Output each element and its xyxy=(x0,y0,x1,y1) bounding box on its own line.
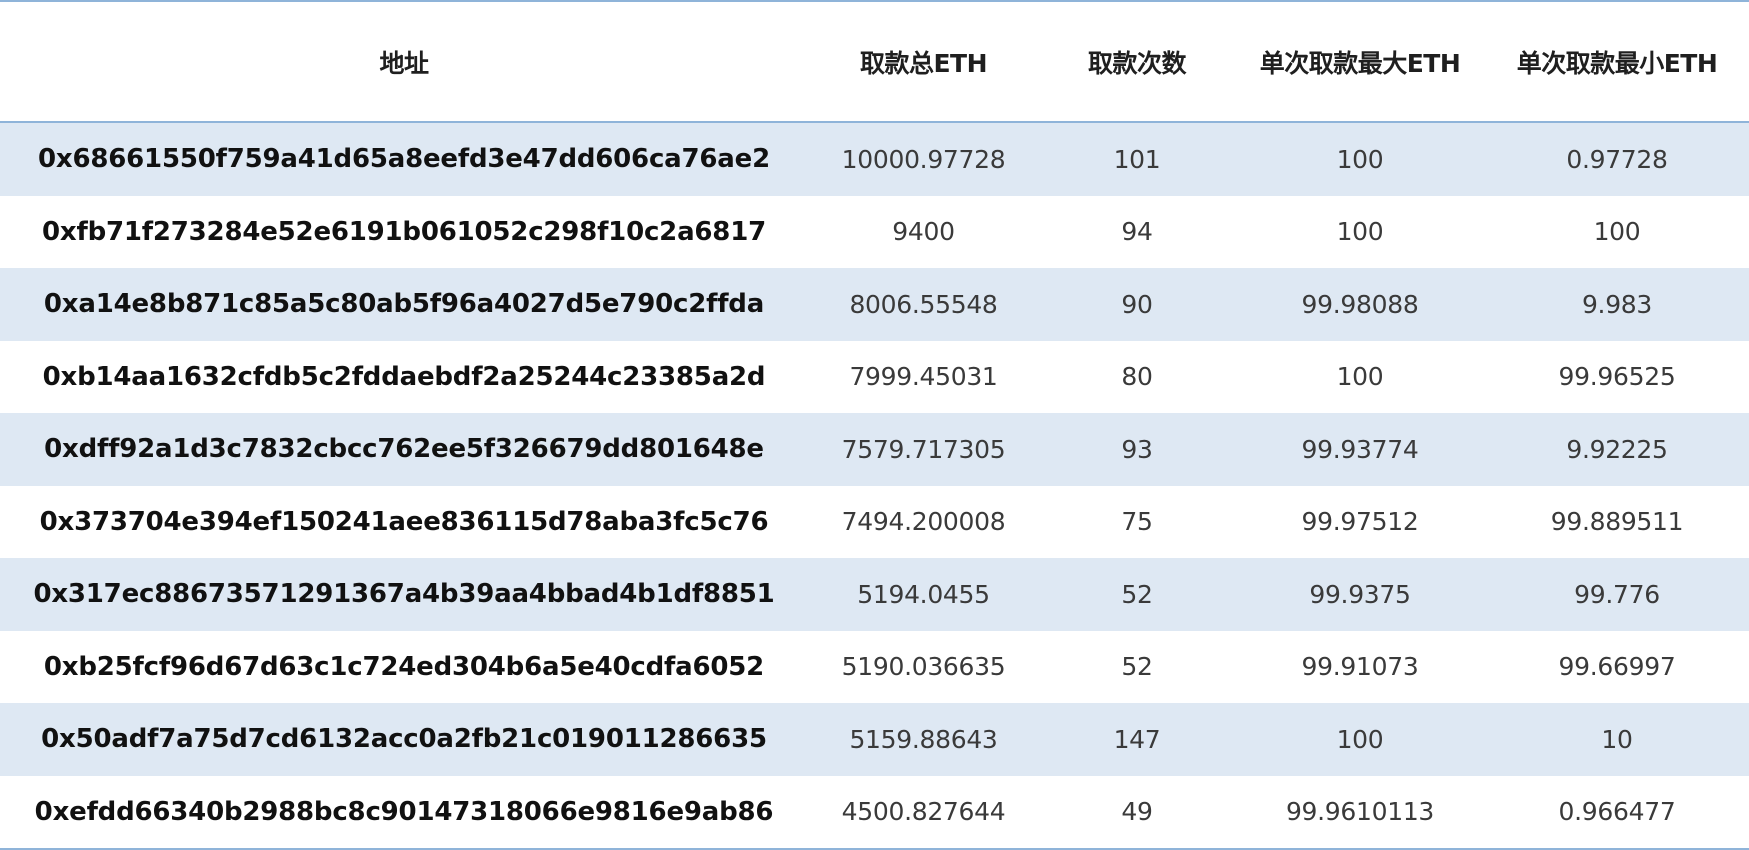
cell-min-eth: 10 xyxy=(1485,703,1749,776)
table-row: 0xa14e8b871c85a5c80ab5f96a4027d5e790c2ff… xyxy=(0,268,1749,341)
cell-min-eth: 9.983 xyxy=(1485,268,1749,341)
cell-address: 0x317ec88673571291367a4b39aa4bbad4b1df88… xyxy=(0,558,808,631)
cell-address: 0xa14e8b871c85a5c80ab5f96a4027d5e790c2ff… xyxy=(0,268,808,341)
cell-total-eth: 8006.55548 xyxy=(808,268,1039,341)
cell-total-eth: 5190.036635 xyxy=(841,652,1006,682)
table-row: 0xfb71f273284e52e6191b061052c298f10c2a68… xyxy=(0,196,1749,269)
cell-withdraw-count: 90 xyxy=(1039,268,1235,341)
cell-address: 0x68661550f759a41d65a8eefd3e47dd606ca76a… xyxy=(0,122,808,196)
cell-max-eth: 99.98088 xyxy=(1235,268,1485,341)
cell-max-eth: 99.9610113 xyxy=(1285,797,1435,827)
table-row: 0x317ec88673571291367a4b39aa4bbad4b1df88… xyxy=(0,558,1749,631)
cell-max-eth: 100 xyxy=(1336,362,1384,392)
cell-max-eth: 99.9375 xyxy=(1235,558,1485,631)
cell-min-eth: 0.966477 xyxy=(1558,797,1676,827)
cell-withdraw-count: 101 xyxy=(1039,122,1235,196)
table-row: 0xb25fcf96d67d63c1c724ed304b6a5e40cdfa60… xyxy=(0,631,1749,704)
cell-address: 0xdff92a1d3c7832cbcc762ee5f326679dd80164… xyxy=(0,413,808,486)
cell-min-eth: 99.889511 xyxy=(1550,507,1684,537)
cell-min-eth: 99.66997 xyxy=(1558,652,1676,682)
cell-withdraw-count: 94 xyxy=(1121,217,1153,247)
table-row: 0x68661550f759a41d65a8eefd3e47dd606ca76a… xyxy=(0,122,1749,196)
cell-address: 0x373704e394ef150241aee836115d78aba3fc5c… xyxy=(39,506,769,537)
cell-total-eth: 5159.88643 xyxy=(808,703,1039,776)
cell-total-eth: 5194.0455 xyxy=(808,558,1039,631)
cell-withdraw-count: 147 xyxy=(1039,703,1235,776)
cell-withdraw-count: 80 xyxy=(1121,362,1153,392)
cell-total-eth: 4500.827644 xyxy=(841,797,1006,827)
table-row: 0xefdd66340b2988bc8c90147318066e9816e9ab… xyxy=(0,776,1749,850)
header-min-eth: 单次取款最小ETH xyxy=(1485,1,1749,123)
table-row: 0xdff92a1d3c7832cbcc762ee5f326679dd80164… xyxy=(0,413,1749,486)
cell-total-eth: 9400 xyxy=(892,217,955,247)
header-withdraw-count: 取款次数 xyxy=(1039,1,1235,123)
cell-address: 0xefdd66340b2988bc8c90147318066e9816e9ab… xyxy=(34,796,774,827)
header-row: 地址 取款总ETH 取款次数 单次取款最大ETH 单次取款最小ETH xyxy=(0,1,1749,123)
cell-total-eth: 7999.45031 xyxy=(849,362,998,392)
cell-withdraw-count: 93 xyxy=(1039,413,1235,486)
cell-total-eth: 7494.200008 xyxy=(841,507,1006,537)
withdrawal-table-container: 地址 取款总ETH 取款次数 单次取款最大ETH 单次取款最小ETH 0x686… xyxy=(0,0,1749,850)
cell-address: 0xfb71f273284e52e6191b061052c298f10c2a68… xyxy=(42,216,766,247)
table-row: 0xb14aa1632cfdb5c2fddaebdf2a25244c23385a… xyxy=(0,341,1749,414)
cell-max-eth: 99.93774 xyxy=(1235,413,1485,486)
cell-min-eth: 100 xyxy=(1593,217,1641,247)
cell-min-eth: 99.776 xyxy=(1485,558,1749,631)
cell-withdraw-count: 52 xyxy=(1039,558,1235,631)
cell-max-eth: 99.91073 xyxy=(1301,652,1419,682)
header-max-eth: 单次取款最大ETH xyxy=(1235,1,1485,123)
cell-address: 0xb25fcf96d67d63c1c724ed304b6a5e40cdfa60… xyxy=(43,651,765,682)
cell-address: 0x50adf7a75d7cd6132acc0a2fb21c0190112866… xyxy=(0,703,808,776)
cell-max-eth: 100 xyxy=(1336,217,1384,247)
table-header: 地址 取款总ETH 取款次数 单次取款最大ETH 单次取款最小ETH xyxy=(0,1,1749,123)
header-address: 地址 xyxy=(0,1,808,123)
cell-withdraw-count: 75 xyxy=(1121,507,1153,537)
cell-withdraw-count: 52 xyxy=(1121,652,1153,682)
table-row: 0x373704e394ef150241aee836115d78aba3fc5c… xyxy=(0,486,1749,559)
cell-min-eth: 99.96525 xyxy=(1558,362,1676,392)
cell-total-eth: 10000.97728 xyxy=(808,122,1039,196)
cell-max-eth: 99.97512 xyxy=(1301,507,1419,537)
cell-min-eth: 9.92225 xyxy=(1485,413,1749,486)
table-row: 0x50adf7a75d7cd6132acc0a2fb21c0190112866… xyxy=(0,703,1749,776)
cell-max-eth: 100 xyxy=(1235,122,1485,196)
cell-total-eth: 7579.717305 xyxy=(808,413,1039,486)
withdrawal-table: 地址 取款总ETH 取款次数 单次取款最大ETH 单次取款最小ETH 0x686… xyxy=(0,0,1749,850)
cell-withdraw-count: 49 xyxy=(1121,797,1153,827)
cell-max-eth: 100 xyxy=(1235,703,1485,776)
cell-min-eth: 0.97728 xyxy=(1485,122,1749,196)
header-total-eth: 取款总ETH xyxy=(808,1,1039,123)
table-body: 0x68661550f759a41d65a8eefd3e47dd606ca76a… xyxy=(0,122,1749,849)
cell-address: 0xb14aa1632cfdb5c2fddaebdf2a25244c23385a… xyxy=(42,361,766,392)
